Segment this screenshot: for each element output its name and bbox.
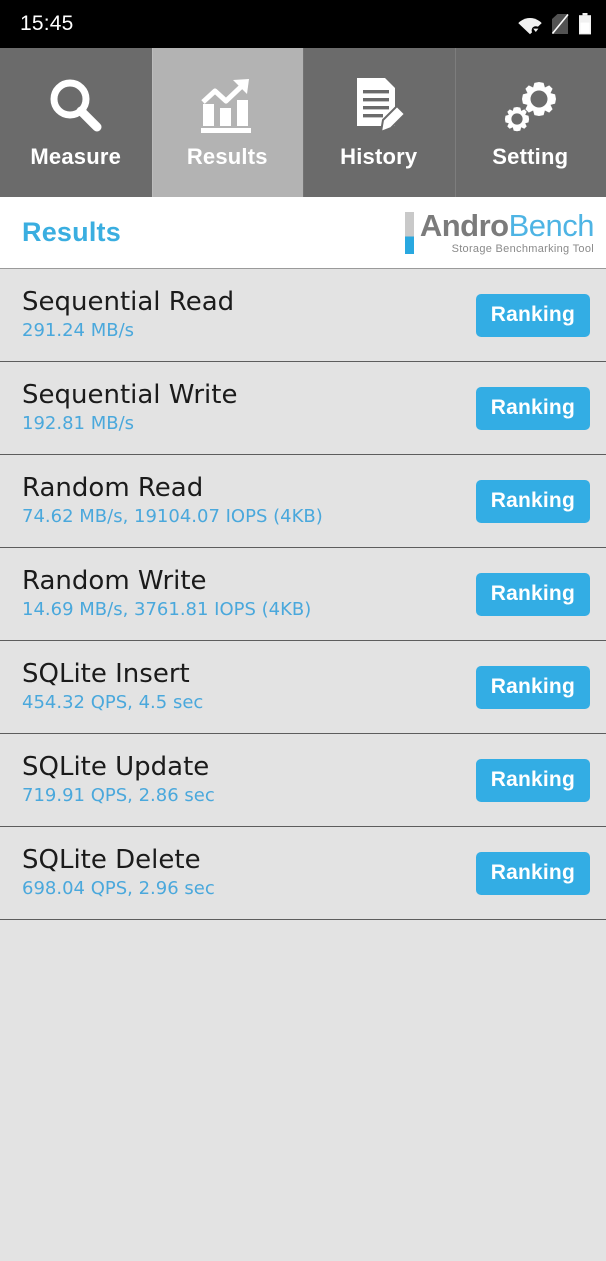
logo-andro: Andro	[419, 208, 509, 243]
tab-setting[interactable]: Setting	[454, 48, 606, 197]
ranking-button[interactable]: Ranking	[475, 479, 590, 523]
bar-chart-arrow-icon	[195, 70, 259, 142]
document-pencil-icon	[347, 70, 411, 142]
ranking-button[interactable]: Ranking	[475, 851, 590, 895]
result-row: SQLite Insert 454.32 QPS, 4.5 sec Ranking	[0, 641, 606, 734]
no-sim-icon	[551, 13, 569, 35]
result-value: 454.32 QPS, 4.5 sec	[22, 692, 204, 713]
logo-bench: Bench	[508, 208, 595, 243]
result-title: SQLite Delete	[22, 845, 201, 875]
result-value: 698.04 QPS, 2.96 sec	[22, 878, 215, 899]
tab-results[interactable]: Results	[151, 48, 303, 197]
tab-results-label: Results	[186, 144, 268, 169]
result-row: Random Write 14.69 MB/s, 3761.81 IOPS (4K…	[0, 548, 606, 641]
ranking-button[interactable]: Ranking	[475, 386, 590, 430]
result-row: SQLite Update 719.91 QPS, 2.86 sec Ranking	[0, 734, 606, 827]
result-value: 74.62 MB/s, 19104.07 IOPS (4KB)	[22, 506, 323, 527]
result-title: SQLite Insert	[22, 659, 190, 689]
result-row-texts: SQLite Update 719.91 QPS, 2.86 sec	[22, 752, 215, 808]
result-title: Sequential Read	[22, 287, 235, 317]
app-logo: AndroBench Storage Benchmarking Tool	[404, 208, 595, 256]
result-value: 291.24 MB/s	[22, 320, 135, 341]
gears-icon	[498, 70, 562, 142]
status-bar: 15:45	[0, 0, 606, 48]
result-row-texts: SQLite Insert 454.32 QPS, 4.5 sec	[22, 659, 203, 715]
result-row-texts: Random Read 74.62 MB/s, 19104.07 IOPS (4K…	[22, 473, 323, 529]
logo-text: AndroBench Storage Benchmarking Tool	[419, 208, 595, 256]
tab-measure-label: Measure	[30, 144, 122, 169]
page-title: Results	[22, 217, 121, 247]
wifi-icon	[518, 18, 542, 35]
result-value: 192.81 MB/s	[22, 413, 135, 434]
ranking-button[interactable]: Ranking	[475, 665, 590, 709]
result-row: Sequential Read 291.24 MB/s Ranking	[0, 269, 606, 362]
result-value: 14.69 MB/s, 3761.81 IOPS (4KB)	[22, 599, 312, 620]
magnifier-icon	[44, 70, 108, 142]
result-row-texts: Random Write 14.69 MB/s, 3761.81 IOPS (4K…	[22, 566, 311, 622]
logo-tagline: Storage Benchmarking Tool	[451, 243, 594, 255]
tab-history[interactable]: History	[303, 48, 455, 197]
tab-history-label: History	[340, 144, 418, 169]
battery-icon	[579, 13, 591, 35]
ranking-button[interactable]: Ranking	[475, 758, 590, 802]
result-title: Random Read	[22, 473, 204, 503]
result-title: SQLite Update	[22, 752, 210, 782]
logo-wordmark: AndroBench	[419, 208, 595, 243]
result-row: Random Read 74.62 MB/s, 19104.07 IOPS (4K…	[0, 455, 606, 548]
results-list: Sequential Read 291.24 MB/s Ranking Sequent…	[0, 269, 606, 920]
result-row-texts: Sequential Write 192.81 MB/s	[22, 380, 237, 436]
tab-measure[interactable]: Measure	[0, 48, 152, 197]
ranking-button[interactable]: Ranking	[475, 572, 590, 616]
tab-setting-label: Setting	[492, 144, 569, 169]
result-title: Random Write	[22, 566, 207, 596]
status-icon-group	[518, 13, 592, 35]
result-row-texts: Sequential Read 291.24 MB/s	[22, 287, 234, 343]
ranking-button[interactable]: Ranking	[475, 293, 590, 337]
result-row: SQLite Delete 698.04 QPS, 2.96 sec Ranking	[0, 827, 606, 920]
result-row-texts: SQLite Delete 698.04 QPS, 2.96 sec	[22, 845, 215, 901]
result-row: Sequential Write 192.81 MB/s Ranking	[0, 362, 606, 455]
status-clock: 15:45	[20, 12, 74, 35]
result-value: 719.91 QPS, 2.86 sec	[22, 785, 215, 806]
page-header: Results AndroBench Storage Benchmarking …	[0, 197, 606, 269]
logo-bar-icon	[404, 211, 414, 254]
main-tab-bar: Measure Results History Setting	[0, 48, 606, 197]
result-title: Sequential Write	[22, 380, 238, 410]
